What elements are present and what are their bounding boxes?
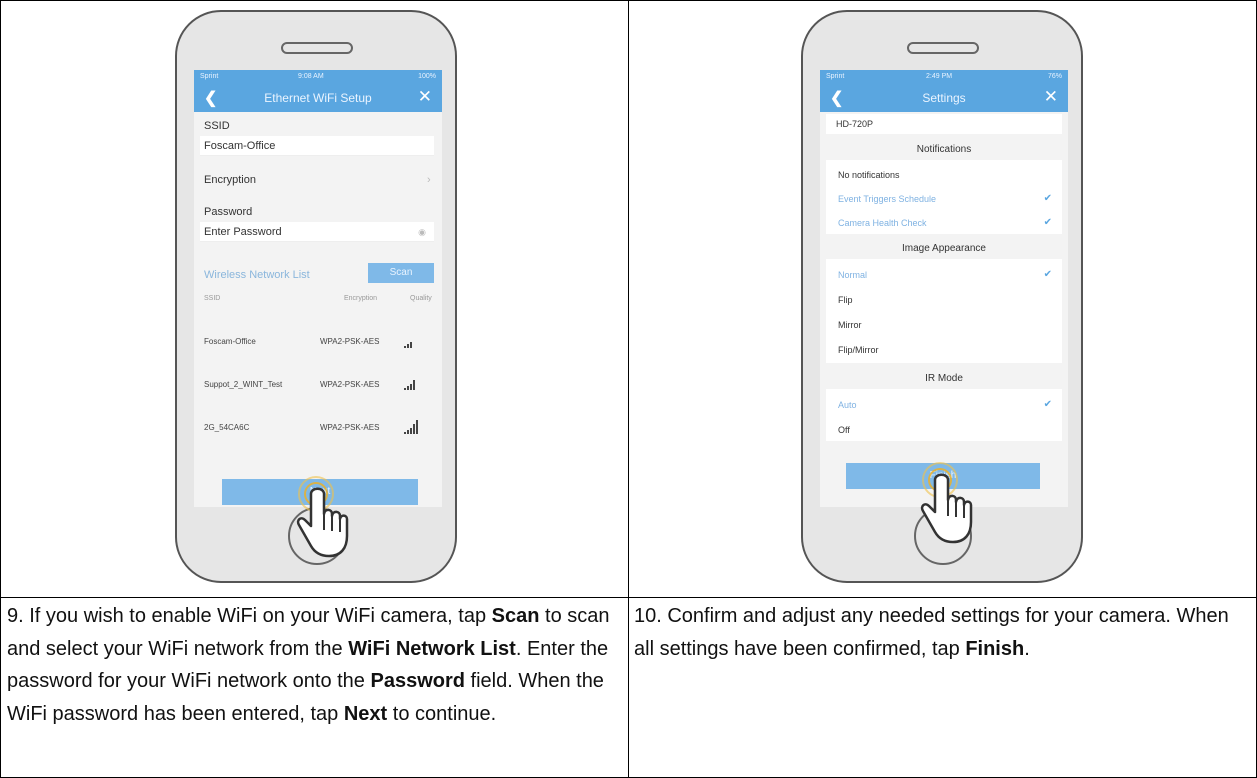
option-no-notifications[interactable]: No notifications: [838, 170, 900, 180]
caption-bold-network-list: WiFi Network List: [348, 637, 516, 660]
form-background: [194, 112, 442, 507]
network-row-ssid[interactable]: 2G_54CA6C: [204, 423, 249, 432]
notifications-header: Notifications: [916, 144, 972, 155]
nav-bar: ❮ Ethernet WiFi Setup ✕: [194, 84, 442, 112]
ssid-field[interactable]: Foscam-Office: [200, 136, 434, 156]
caption-bold-password: Password: [370, 670, 465, 692]
caption-bold-next: Next: [343, 702, 388, 725]
network-row-ssid[interactable]: Suppot_2_WINT_Test: [204, 380, 282, 389]
phone-speaker: [907, 42, 979, 54]
caption-bold-finish: Finish: [965, 637, 1025, 660]
step-9-caption: 9. If you wish to enable WiFi on your Wi…: [7, 600, 619, 730]
carrier-label: Sprint: [200, 73, 219, 80]
option-event-triggers-schedule[interactable]: Event Triggers Schedule: [838, 194, 936, 204]
signal-strength-icon: [404, 376, 415, 390]
signal-strength-icon: [404, 416, 418, 434]
option-flip-mirror[interactable]: Flip/Mirror: [838, 345, 879, 355]
phone-screen: Sprint 2:49 PM 76% ❮ Settings ✕ HD-720P …: [820, 70, 1068, 507]
page-title: Settings: [922, 91, 966, 105]
image-appearance-header: Image Appearance: [902, 243, 986, 254]
tap-hand-icon: [920, 462, 973, 544]
caption-text: 9. If you wish to enable WiFi on your Wi…: [7, 605, 492, 627]
status-time: 2:49 PM: [926, 73, 953, 80]
close-icon[interactable]: ✕: [418, 87, 432, 107]
network-row-encryption: WPA2-PSK-AES: [320, 423, 380, 432]
network-row-encryption: WPA2-PSK-AES: [320, 337, 380, 346]
option-flip[interactable]: Flip: [838, 295, 853, 305]
table-divider-vertical: [628, 1, 629, 777]
password-field[interactable]: Enter Password ◉: [200, 222, 434, 242]
column-header-quality: Quality: [410, 295, 432, 302]
tap-hand-icon: [296, 476, 349, 558]
step-10-caption: 10. Confirm and adjust any needed settin…: [634, 600, 1246, 665]
status-time: 9:08 AM: [298, 73, 324, 80]
battery-label: 100%: [418, 73, 436, 80]
caption-text: to continue.: [387, 702, 497, 725]
password-label: Password: [204, 206, 253, 218]
eye-icon[interactable]: ◉: [418, 222, 426, 242]
caption-bold-scan: Scan: [491, 605, 540, 627]
network-row-encryption: WPA2-PSK-AES: [320, 380, 380, 389]
checkmark-icon: ✔: [1043, 193, 1052, 204]
option-mirror[interactable]: Mirror: [838, 320, 862, 330]
table-divider-horizontal: [1, 597, 1256, 598]
page-title: Ethernet WiFi Setup: [264, 91, 372, 105]
network-row-ssid[interactable]: Foscam-Office: [204, 337, 256, 346]
status-bar: Sprint 9:08 AM 100%: [194, 70, 442, 84]
network-list-label: Wireless Network List: [204, 269, 310, 281]
encryption-label[interactable]: Encryption: [204, 174, 256, 186]
password-placeholder: Enter Password: [204, 226, 282, 238]
ir-mode-header: IR Mode: [925, 373, 963, 384]
caption-text: .: [1024, 637, 1030, 660]
phone-mockup-wifi-setup: Sprint 9:08 AM 100% ❮ Ethernet WiFi Setu…: [175, 10, 457, 583]
ssid-label: SSID: [204, 120, 230, 132]
ir-mode-card: [826, 389, 1062, 441]
phone-speaker: [281, 42, 353, 54]
chevron-right-icon: ›: [427, 174, 431, 186]
nav-bar: ❮ Settings ✕: [820, 84, 1068, 112]
phone-screen: Sprint 9:08 AM 100% ❮ Ethernet WiFi Setu…: [194, 70, 442, 507]
column-header-encryption: Encryption: [344, 295, 378, 302]
carrier-label: Sprint: [826, 73, 845, 80]
option-auto[interactable]: Auto: [838, 400, 857, 410]
checkmark-icon: ✔: [1043, 217, 1052, 228]
option-normal[interactable]: Normal: [838, 270, 867, 280]
resolution-value: HD-720P: [836, 119, 874, 129]
checkmark-icon: ✔: [1043, 269, 1052, 280]
close-icon[interactable]: ✕: [1044, 87, 1058, 107]
phone-mockup-settings: Sprint 2:49 PM 76% ❮ Settings ✕ HD-720P …: [801, 10, 1083, 583]
option-off[interactable]: Off: [838, 425, 850, 435]
scan-button[interactable]: Scan: [368, 263, 434, 283]
battery-label: 76%: [1047, 73, 1062, 80]
signal-strength-icon: [404, 336, 412, 348]
status-bar: Sprint 2:49 PM 76%: [820, 70, 1068, 84]
option-camera-health-check[interactable]: Camera Health Check: [838, 218, 927, 228]
column-header-ssid: SSID: [204, 295, 221, 302]
checkmark-icon: ✔: [1043, 399, 1052, 410]
caption-text: 10. Confirm and adjust any needed settin…: [634, 605, 1229, 660]
